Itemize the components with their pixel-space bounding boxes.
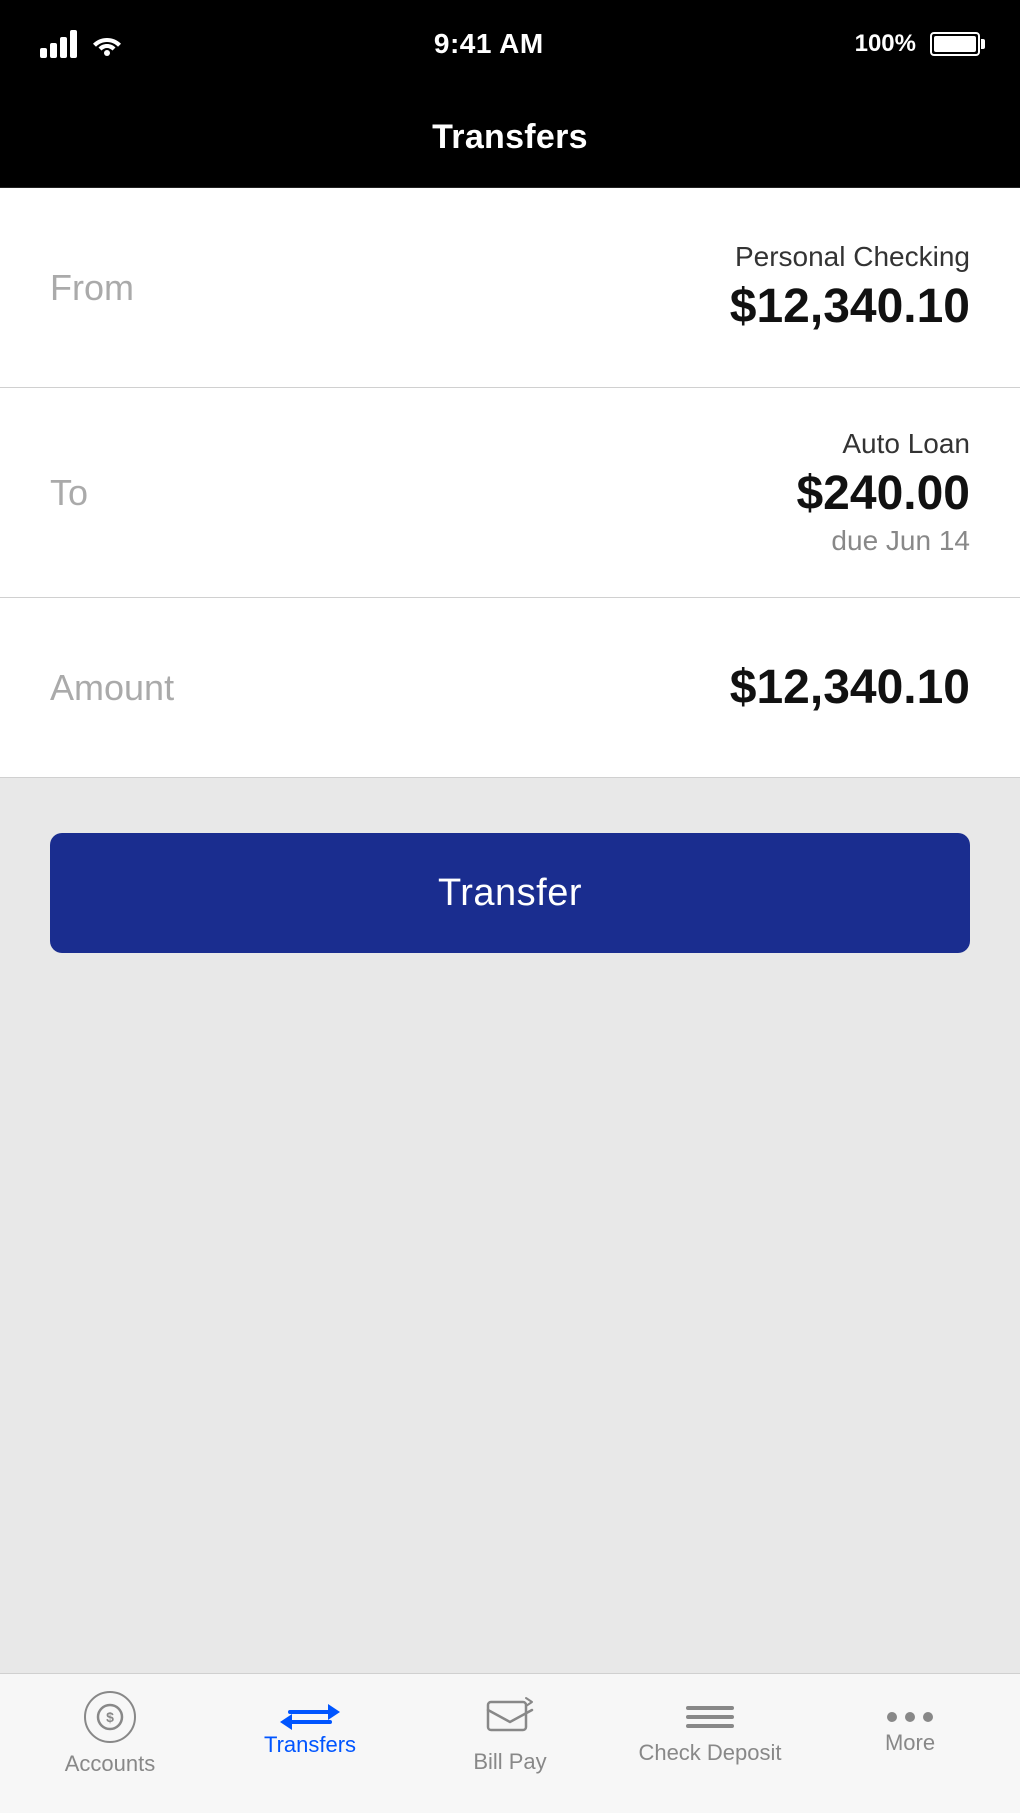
from-value: Personal Checking $12,340.10: [730, 241, 970, 334]
navigation-bar: Transfers: [0, 88, 1020, 188]
bill-pay-icon: [484, 1692, 536, 1741]
accounts-icon: $: [84, 1691, 136, 1743]
amount-row[interactable]: Amount $12,340.10: [0, 598, 1020, 778]
to-account-due: due Jun 14: [796, 525, 970, 557]
to-account-amount: $240.00: [796, 466, 970, 521]
more-icon: [887, 1712, 933, 1722]
transfer-button[interactable]: Transfer: [50, 833, 970, 953]
battery-percentage: 100%: [855, 30, 916, 58]
status-time: 9:41 AM: [434, 28, 544, 60]
tab-bar: $ Accounts Transfers Bill Pay: [0, 1673, 1020, 1813]
from-account-name: Personal Checking: [730, 241, 970, 273]
gray-section: Transfer: [0, 778, 1020, 1673]
page-title: Transfers: [432, 118, 588, 157]
check-deposit-icon: [686, 1702, 734, 1732]
amount-value: $12,340.10: [730, 660, 970, 715]
from-row[interactable]: From Personal Checking $12,340.10: [0, 188, 1020, 388]
bill-pay-tab-label: Bill Pay: [473, 1749, 546, 1775]
status-right: 100%: [855, 30, 980, 58]
status-bar: 9:41 AM 100%: [0, 0, 1020, 88]
wifi-icon: [91, 32, 123, 56]
check-deposit-tab-label: Check Deposit: [638, 1740, 781, 1766]
signal-icon: [40, 30, 77, 58]
to-value: Auto Loan $240.00 due Jun 14: [796, 428, 970, 557]
tab-transfers[interactable]: Transfers: [210, 1674, 410, 1793]
tab-bill-pay[interactable]: Bill Pay: [410, 1674, 610, 1793]
to-row[interactable]: To Auto Loan $240.00 due Jun 14: [0, 388, 1020, 598]
svg-text:$: $: [106, 1709, 114, 1725]
content-wrapper: From Personal Checking $12,340.10 To Aut…: [0, 188, 1020, 1673]
tab-check-deposit[interactable]: Check Deposit: [610, 1674, 810, 1793]
transfers-icon: [288, 1710, 332, 1724]
to-label: To: [50, 472, 88, 514]
transfers-tab-label: Transfers: [264, 1732, 356, 1758]
from-account-amount: $12,340.10: [730, 279, 970, 334]
tab-more[interactable]: More: [810, 1674, 1010, 1793]
to-account-name: Auto Loan: [796, 428, 970, 460]
status-left: [40, 30, 123, 58]
more-tab-label: More: [885, 1730, 935, 1756]
tab-accounts[interactable]: $ Accounts: [10, 1674, 210, 1793]
accounts-tab-label: Accounts: [65, 1751, 156, 1777]
from-label: From: [50, 267, 134, 309]
amount-label: Amount: [50, 667, 174, 709]
battery-icon: [930, 32, 980, 56]
